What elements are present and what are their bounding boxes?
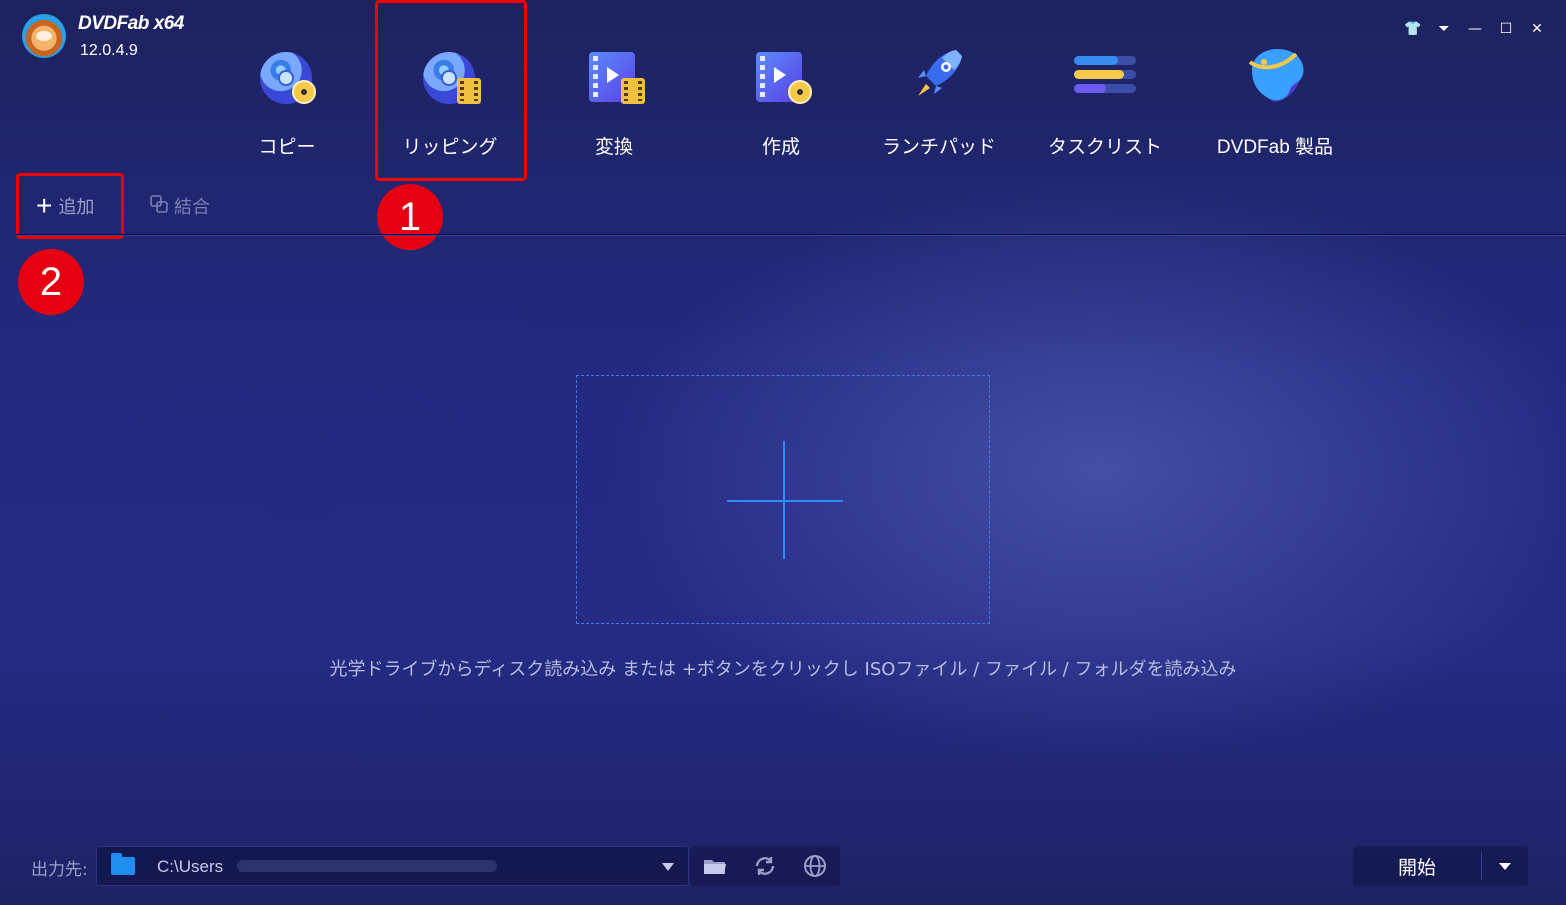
merge-icon (150, 194, 168, 218)
toolbar-divider (16, 234, 1566, 236)
refresh-icon[interactable] (752, 854, 778, 878)
nav-tasklist[interactable]: タスクリスト (1040, 40, 1170, 170)
theme-icon[interactable]: 👕 (1402, 18, 1424, 40)
browse-folder-icon[interactable] (702, 854, 728, 878)
output-label: 出力先: (31, 860, 88, 880)
rocket-icon (904, 40, 974, 110)
menu-dropdown-icon[interactable]: ⏷ (1433, 18, 1455, 40)
converter-icon (579, 40, 649, 110)
output-path-text: C:\Users (157, 857, 224, 876)
drop-plus-icon (727, 500, 843, 502)
maximize-button[interactable]: ☐ (1495, 18, 1517, 40)
products-icon (1240, 40, 1310, 110)
globe-icon[interactable] (802, 854, 828, 878)
redacted-path (237, 860, 497, 872)
app-version: 12.0.4.9 (80, 42, 138, 59)
ripper-highlight (375, 0, 527, 181)
creator-icon (746, 40, 816, 110)
app-name: DVDFab x64 (78, 13, 184, 34)
output-tools (690, 846, 840, 886)
nav-creator[interactable]: 作成 (716, 40, 846, 170)
minimize-button[interactable]: — (1464, 18, 1486, 40)
merge-label: 結合 (174, 197, 210, 218)
nav-copy-label: コピー (258, 136, 316, 158)
nav-launchpad-label: ランチパッド (881, 136, 996, 158)
drop-zone[interactable] (576, 375, 990, 624)
nav-tasklist-label: タスクリスト (1047, 136, 1162, 158)
add-highlight (16, 173, 124, 239)
nav-launchpad[interactable]: ランチパッド (874, 40, 1004, 170)
dvdfab-logo (22, 14, 66, 58)
folder-icon (111, 853, 135, 875)
start-dropdown-button[interactable] (1483, 846, 1528, 886)
chevron-down-icon (662, 863, 674, 871)
copy-icon (252, 40, 322, 110)
nav-copy[interactable]: コピー (222, 40, 352, 170)
drop-hint-text: 光学ドライブからディスク読み込み または +ボタンをクリックし ISOファイル … (329, 659, 1237, 680)
nav-converter-label: 変換 (594, 136, 633, 158)
output-path-select[interactable]: C:\Users (96, 846, 689, 886)
step-badge-2: 2 (18, 249, 84, 315)
start-separator (1481, 852, 1482, 880)
nav-products[interactable]: DVDFab 製品 (1210, 40, 1340, 170)
close-button[interactable]: ✕ (1526, 18, 1548, 40)
start-control: 開始 (1353, 846, 1528, 886)
tasklist-icon (1070, 40, 1140, 110)
start-button[interactable]: 開始 (1353, 846, 1481, 886)
nav-products-label: DVDFab 製品 (1216, 137, 1334, 158)
step-badge-1: 1 (377, 184, 443, 250)
merge-button[interactable]: 結合 (150, 192, 210, 220)
nav-converter[interactable]: 変換 (549, 40, 679, 170)
nav-creator-label: 作成 (761, 136, 800, 158)
